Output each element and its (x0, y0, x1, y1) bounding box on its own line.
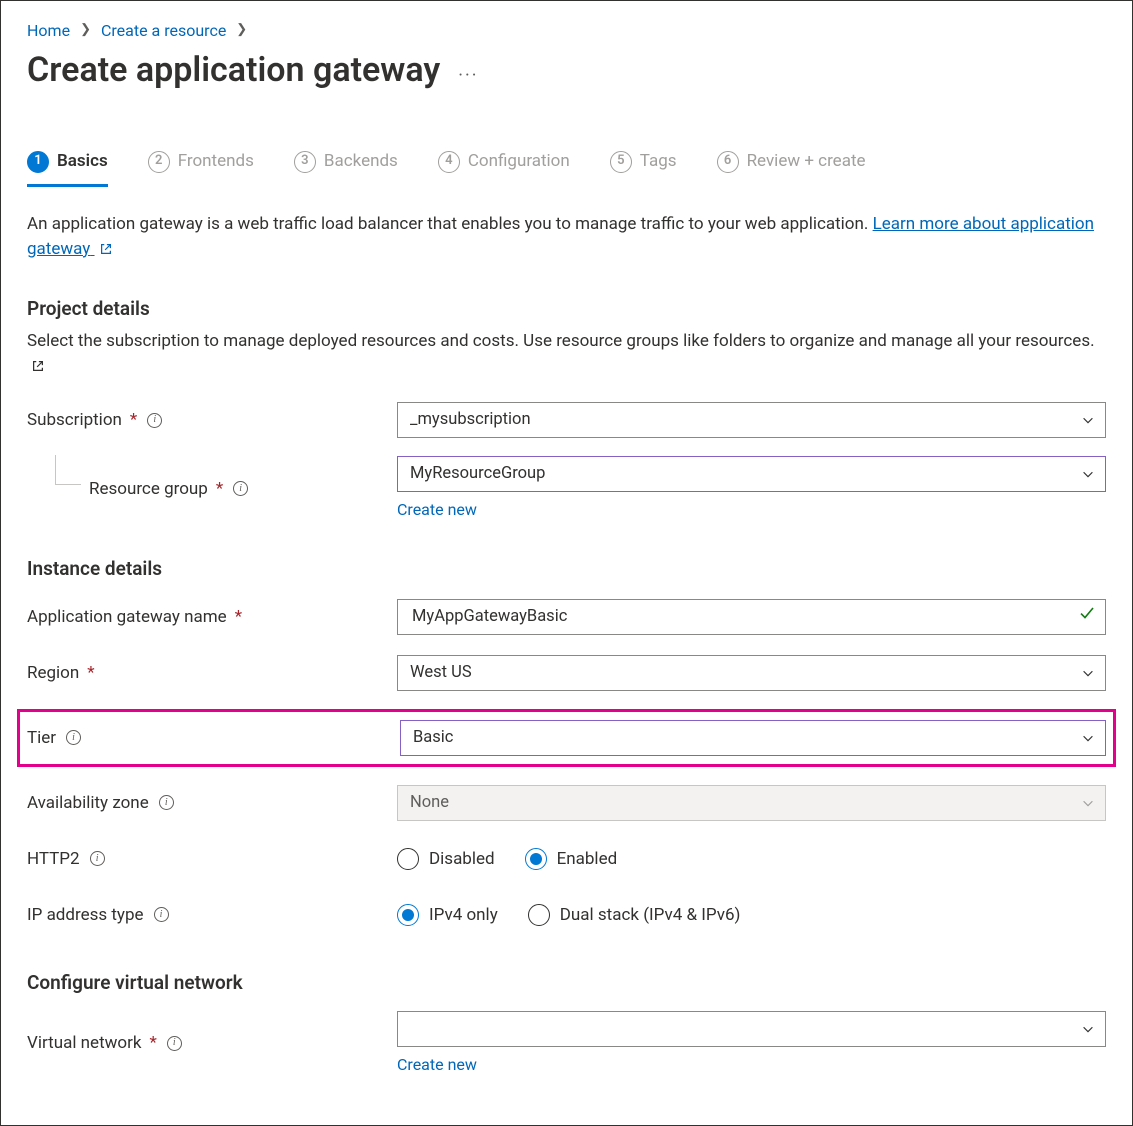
label-tier: Tier i (27, 726, 400, 751)
info-icon[interactable]: i (159, 795, 174, 810)
gateway-name-input[interactable] (397, 599, 1106, 635)
page-title: Create application gateway (27, 46, 440, 95)
label-region: Region * (27, 661, 397, 686)
label-http2: HTTP2 i (27, 847, 397, 872)
breadcrumb-home[interactable]: Home (27, 19, 70, 42)
required-asterisk: * (216, 477, 223, 502)
tree-connector-icon (55, 455, 81, 485)
label-availability-zone: Availability zone i (27, 791, 397, 816)
radio-icon (397, 904, 419, 926)
intro-text: An application gateway is a web traffic … (27, 212, 1106, 261)
section-desc-project-details: Select the subscription to manage deploy… (27, 329, 1106, 378)
chevron-right-icon: ❯ (80, 21, 91, 40)
resource-group-select[interactable]: MyResourceGroup (397, 456, 1106, 492)
create-new-resource-group-link[interactable]: Create new (397, 498, 1106, 521)
required-asterisk: * (87, 661, 94, 686)
chevron-down-icon (1081, 467, 1095, 481)
tab-label: Tags (640, 149, 677, 174)
subscription-value: _mysubscription (410, 408, 531, 432)
tab-label: Basics (57, 149, 108, 174)
radio-icon (397, 848, 419, 870)
tab-tags[interactable]: 5 Tags (610, 149, 677, 187)
chevron-down-icon (1081, 413, 1095, 427)
tab-backends[interactable]: 3 Backends (294, 149, 398, 187)
tab-configuration[interactable]: 4 Configuration (438, 149, 570, 187)
tab-step-number: 3 (294, 151, 316, 173)
external-link-icon (99, 242, 113, 256)
breadcrumb: Home ❯ Create a resource ❯ (27, 19, 1106, 42)
tab-frontends[interactable]: 2 Frontends (148, 149, 254, 187)
tab-label: Configuration (468, 149, 570, 174)
radio-label: Dual stack (IPv4 & IPv6) (560, 903, 741, 928)
intro-body: An application gateway is a web traffic … (27, 214, 873, 234)
radio-icon (525, 848, 547, 870)
check-icon (1079, 605, 1095, 629)
info-icon[interactable]: i (90, 851, 105, 866)
http2-enabled-radio[interactable]: Enabled (525, 847, 618, 872)
gateway-name-field[interactable] (410, 600, 1069, 634)
info-icon[interactable]: i (154, 907, 169, 922)
info-icon[interactable]: i (147, 413, 162, 428)
tab-label: Review + create (747, 149, 866, 174)
section-head-configure-vnet: Configure virtual network (27, 969, 1106, 997)
tier-value: Basic (413, 726, 453, 750)
ip-v4-only-radio[interactable]: IPv4 only (397, 903, 498, 928)
tier-select[interactable]: Basic (400, 720, 1106, 756)
chevron-down-icon (1081, 731, 1095, 745)
chevron-down-icon (1081, 796, 1095, 810)
label-subscription: Subscription * i (27, 408, 397, 433)
http2-disabled-radio[interactable]: Disabled (397, 847, 495, 872)
required-asterisk: * (149, 1031, 156, 1056)
availability-zone-value: None (410, 791, 449, 815)
wizard-tabs: 1 Basics 2 Frontends 3 Backends 4 Config… (27, 149, 1106, 188)
region-select[interactable]: West US (397, 655, 1106, 691)
chevron-down-icon (1081, 666, 1095, 680)
section-head-instance-details: Instance details (27, 555, 1106, 583)
info-icon[interactable]: i (66, 730, 81, 745)
subscription-select[interactable]: _mysubscription (397, 402, 1106, 438)
section-head-project-details: Project details (27, 295, 1106, 323)
tab-basics[interactable]: 1 Basics (27, 149, 108, 187)
required-asterisk: * (235, 605, 242, 630)
radio-label: IPv4 only (429, 903, 498, 928)
tab-step-number: 6 (717, 151, 739, 173)
info-icon[interactable]: i (167, 1036, 182, 1051)
info-icon[interactable]: i (233, 481, 248, 496)
resource-group-value: MyResourceGroup (410, 462, 545, 486)
radio-icon (528, 904, 550, 926)
label-resource-group: Resource group * i (27, 477, 397, 502)
tab-label: Backends (324, 149, 398, 174)
required-asterisk: * (130, 408, 137, 433)
more-actions-button[interactable]: ··· (458, 63, 478, 89)
tab-step-number: 5 (610, 151, 632, 173)
tier-row-highlight: Tier i Basic (17, 709, 1116, 767)
chevron-right-icon: ❯ (236, 21, 247, 40)
tab-step-number: 1 (27, 151, 49, 173)
label-gateway-name: Application gateway name * (27, 605, 397, 630)
tab-review-create[interactable]: 6 Review + create (717, 149, 866, 187)
radio-label: Disabled (429, 847, 495, 872)
radio-label: Enabled (557, 847, 618, 872)
region-value: West US (410, 661, 472, 685)
chevron-down-icon (1081, 1022, 1095, 1036)
availability-zone-select: None (397, 785, 1106, 821)
breadcrumb-create-resource[interactable]: Create a resource (101, 19, 226, 42)
label-virtual-network: Virtual network * i (27, 1031, 397, 1056)
tab-step-number: 4 (438, 151, 460, 173)
tab-label: Frontends (178, 149, 254, 174)
tab-step-number: 2 (148, 151, 170, 173)
external-link-icon (31, 359, 45, 373)
ip-dual-stack-radio[interactable]: Dual stack (IPv4 & IPv6) (528, 903, 741, 928)
create-new-vnet-link[interactable]: Create new (397, 1053, 1106, 1076)
label-ip-address-type: IP address type i (27, 903, 397, 928)
virtual-network-select[interactable] (397, 1011, 1106, 1047)
